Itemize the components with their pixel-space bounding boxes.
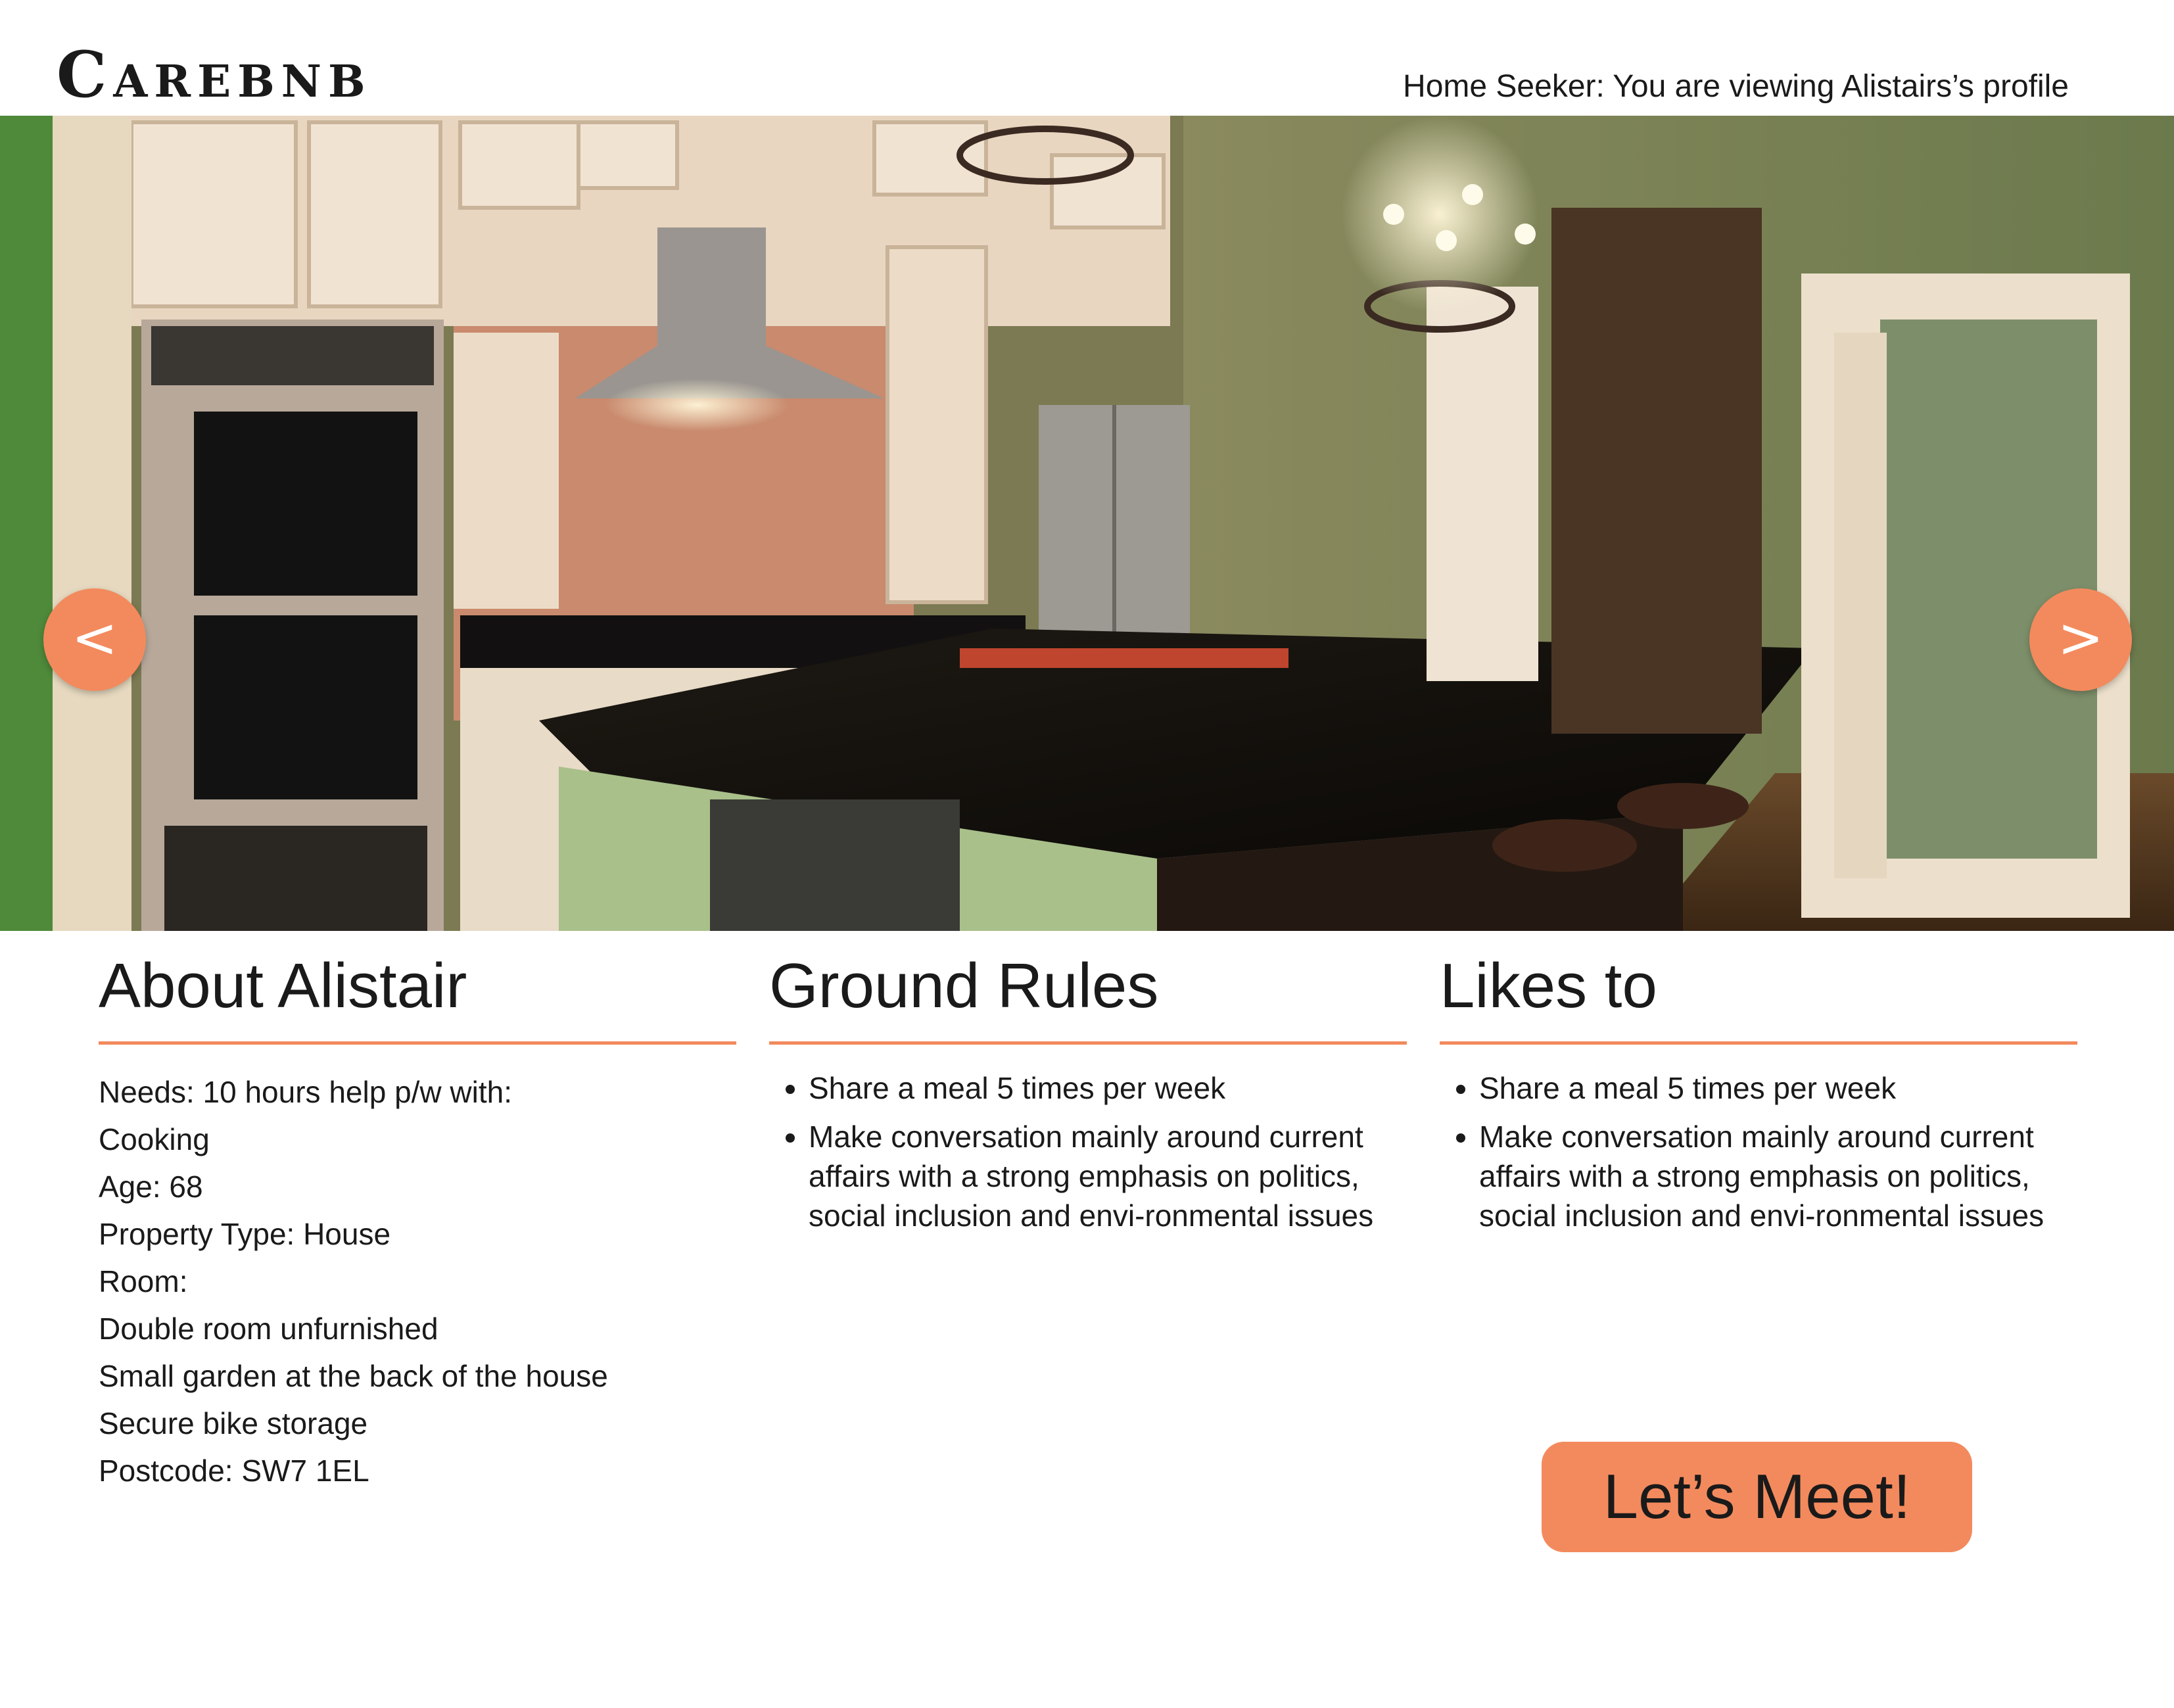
likes-section: Likes to Share a meal 5 times per week M… [1440, 947, 2077, 1245]
likes-item: Make conversation mainly around current … [1479, 1117, 2044, 1235]
lets-meet-button[interactable]: Let’s Meet! [1542, 1442, 1972, 1552]
about-section: About Alistair Needs: 10 hours help p/w … [99, 947, 736, 1494]
about-line: Needs: 10 hours help p/w with: [99, 1075, 513, 1109]
about-line: Secure bike storage [99, 1406, 368, 1440]
carousel-next-button[interactable]: > [2029, 588, 2132, 691]
ground-rule-item: Share a meal 5 times per week [809, 1068, 1374, 1108]
viewer-status: Home Seeker: You are viewing Alistairs’s… [1403, 69, 2069, 104]
about-line: Cooking [99, 1122, 210, 1156]
likes-item: Share a meal 5 times per week [1479, 1068, 2044, 1108]
about-title: About Alistair [99, 947, 736, 1045]
likes-list: Share a meal 5 times per week Make conve… [1440, 1068, 2077, 1235]
about-line: Property Type: House [99, 1217, 391, 1251]
about-line: Postcode: SW7 1EL [99, 1454, 369, 1488]
property-photo-carousel: < > [0, 116, 2174, 931]
ground-rules-title: Ground Rules [769, 947, 1407, 1045]
about-details: Needs: 10 hours help p/w with: Cooking A… [99, 1068, 736, 1494]
ground-rules-section: Ground Rules Share a meal 5 times per we… [769, 947, 1407, 1245]
about-line: Double room unfurnished [99, 1312, 438, 1346]
brand-logo[interactable]: Carebnb [57, 43, 372, 107]
likes-title: Likes to [1440, 947, 2077, 1045]
ground-rules-list: Share a meal 5 times per week Make conve… [769, 1068, 1407, 1235]
about-line: Room: [99, 1264, 188, 1298]
about-line: Age: 68 [99, 1170, 203, 1204]
kitchen-photo [0, 116, 2174, 931]
carousel-prev-button[interactable]: < [43, 588, 146, 691]
profile-page: Carebnb Home Seeker: You are viewing Ali… [0, 0, 2174, 1708]
ground-rule-item: Make conversation mainly around current … [809, 1117, 1374, 1235]
about-line: Small garden at the back of the house [99, 1359, 608, 1393]
